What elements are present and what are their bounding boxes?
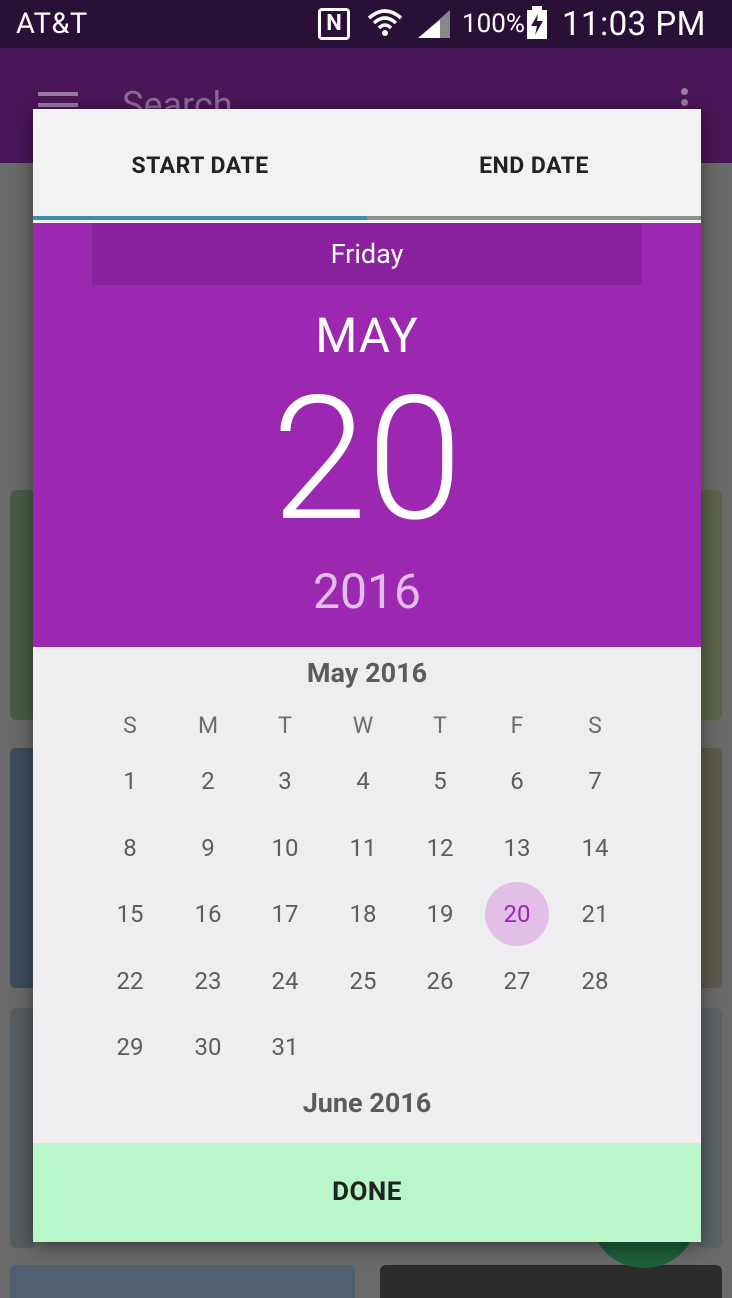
weekday-header: W (352, 712, 374, 739)
calendar-day[interactable]: 8 (98, 816, 162, 880)
month-calendar: May 2016 SMTWTFS 1 2 3 4 5 6 7 8 9 10 11 12 13 14 15 16… (33, 647, 701, 1143)
battery-percent: 100% (462, 9, 525, 39)
calendar-day[interactable]: 5 (408, 749, 472, 813)
calendar-day[interactable]: 7 (563, 749, 627, 813)
calendar-day[interactable]: 15 (98, 882, 162, 946)
date-tabs: START DATE END DATE (33, 109, 701, 223)
calendar-day[interactable]: 18 (331, 882, 395, 946)
calendar-day[interactable]: 2 (176, 749, 240, 813)
calendar-day[interactable]: 14 (563, 816, 627, 880)
selected-date-header: Friday MAY 20 2016 (33, 223, 701, 647)
calendar-day[interactable]: 21 (563, 882, 627, 946)
calendar-day[interactable]: 17 (253, 882, 317, 946)
battery-charging-icon (527, 6, 547, 39)
selected-day[interactable]: 20 (33, 373, 701, 545)
done-button[interactable]: DONE (33, 1143, 701, 1242)
background-image-tile (10, 490, 35, 720)
selected-weekday: Friday (92, 223, 642, 285)
tab-start-date[interactable]: START DATE (33, 109, 367, 223)
next-month-title: June 2016 (302, 1087, 432, 1119)
calendar-day[interactable]: 31 (253, 1015, 317, 1079)
carrier-label: AT&T (16, 7, 88, 41)
calendar-day[interactable]: 16 (176, 882, 240, 946)
calendar-day[interactable]: 4 (331, 749, 395, 813)
calendar-month-title: May 2016 (306, 657, 428, 689)
calendar-day[interactable]: 30 (176, 1015, 240, 1079)
calendar-day[interactable]: 28 (563, 949, 627, 1013)
calendar-day-selected[interactable]: 20 (485, 882, 549, 946)
calendar-day[interactable]: 1 (98, 749, 162, 813)
weekday-header: T (433, 712, 447, 739)
calendar-day[interactable]: 23 (176, 949, 240, 1013)
calendar-day[interactable]: 26 (408, 949, 472, 1013)
calendar-day[interactable]: 24 (253, 949, 317, 1013)
weekday-header: M (197, 712, 219, 739)
selected-month[interactable]: MAY (33, 307, 701, 364)
inactive-tab-indicator (367, 216, 701, 220)
cell-signal-icon (418, 10, 450, 38)
nfc-icon: N (318, 8, 350, 40)
calendar-day[interactable]: 11 (331, 816, 395, 880)
calendar-day[interactable]: 12 (408, 816, 472, 880)
calendar-day[interactable]: 6 (485, 749, 549, 813)
date-range-picker-dialog: START DATE END DATE Friday MAY 20 2016 M… (33, 109, 701, 1242)
active-tab-indicator (33, 216, 367, 220)
background-image-tile (380, 1265, 722, 1298)
calendar-day[interactable]: 19 (408, 882, 472, 946)
weekday-header: T (278, 712, 292, 739)
background-image-tile (10, 1265, 355, 1298)
tab-end-date[interactable]: END DATE (367, 109, 701, 223)
status-clock: 11:03 PM (562, 5, 706, 44)
selected-year[interactable]: 2016 (33, 563, 701, 620)
weekday-header: S (588, 712, 602, 739)
calendar-day[interactable]: 13 (485, 816, 549, 880)
weekday-header: S (123, 712, 137, 739)
weekday-header: F (510, 712, 524, 739)
background-image-tile (10, 748, 35, 988)
calendar-day[interactable]: 29 (98, 1015, 162, 1079)
calendar-day[interactable]: 25 (331, 949, 395, 1013)
calendar-day[interactable]: 27 (485, 949, 549, 1013)
calendar-day[interactable]: 10 (253, 816, 317, 880)
calendar-day[interactable]: 22 (98, 949, 162, 1013)
background-image-tile (10, 1008, 35, 1248)
calendar-day[interactable]: 3 (253, 749, 317, 813)
wifi-icon (367, 9, 403, 36)
status-bar: AT&T N 100% 11:03 PM (0, 0, 732, 48)
calendar-day[interactable]: 9 (176, 816, 240, 880)
